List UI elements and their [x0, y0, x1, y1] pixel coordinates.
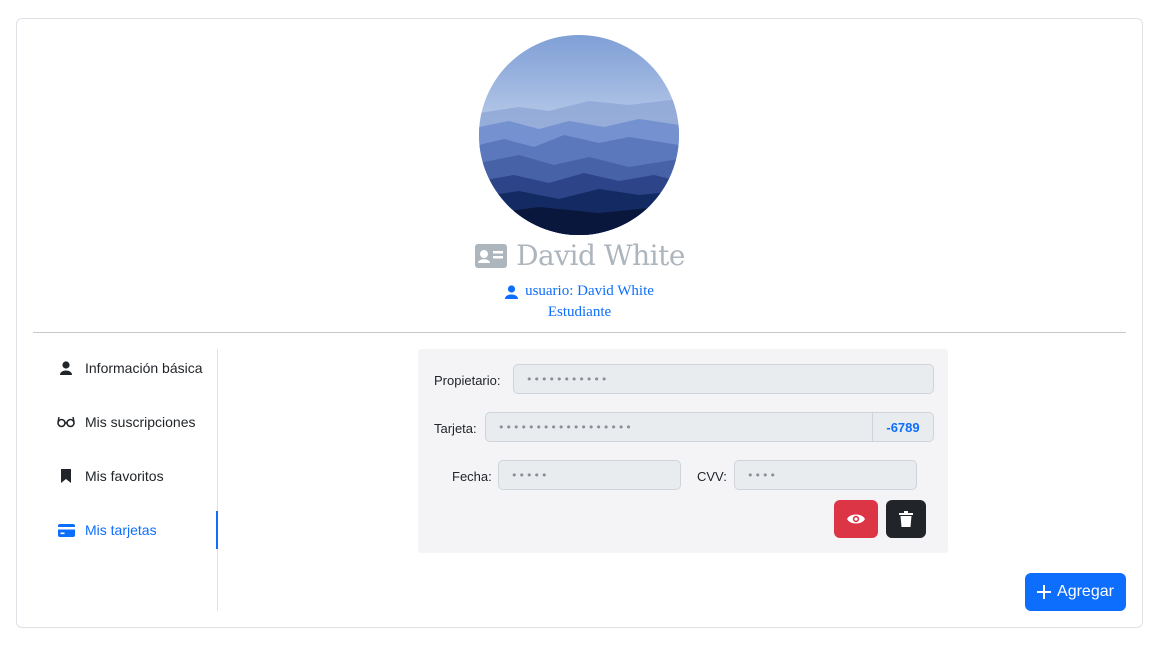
credit-card-icon: [55, 523, 77, 537]
sidebar-item-mis-favoritos[interactable]: Mis favoritos: [33, 457, 217, 495]
owner-field[interactable]: •••••••••••: [513, 364, 934, 394]
sidebar-item-label: Mis favoritos: [85, 468, 164, 484]
profile-name: David White: [516, 239, 685, 272]
add-card-button[interactable]: Agregar: [1025, 573, 1126, 611]
id-card-icon: [474, 243, 508, 269]
sidebar-nav: Información básica Mis suscripciones Mis…: [33, 349, 218, 611]
cvv-label: CVV:: [697, 469, 727, 484]
trash-icon: [899, 511, 913, 527]
card-last-digits: -6789: [872, 412, 934, 442]
credit-card-form: Propietario: ••••••••••• Tarjeta: ••••••…: [418, 349, 948, 553]
profile-avatar: [479, 35, 679, 235]
user-role: Estudiante: [547, 304, 612, 320]
owner-label: Propietario:: [434, 373, 501, 388]
user-icon: [55, 361, 77, 375]
cvv-field[interactable]: ••••: [734, 460, 917, 490]
card-number-label: Tarjeta:: [434, 421, 477, 436]
sidebar-item-mis-tarjetas[interactable]: Mis tarjetas: [33, 511, 218, 549]
user-icon: [505, 284, 519, 299]
card-number-field[interactable]: ••••••••••••••••••: [485, 412, 874, 442]
sidebar-item-mis-suscripciones[interactable]: Mis suscripciones: [33, 403, 217, 441]
profile-name-row: David White: [17, 239, 1142, 272]
sidebar-item-label: Información básica: [85, 360, 203, 376]
show-card-button[interactable]: [834, 500, 878, 538]
plus-icon: [1037, 585, 1052, 599]
add-card-label: Agregar: [1057, 583, 1114, 600]
sidebar-item-informacion-basica[interactable]: Información básica: [33, 349, 217, 387]
delete-card-button[interactable]: [886, 500, 926, 538]
divider: [33, 332, 1126, 333]
username-text: usuario: David White: [525, 283, 654, 299]
date-label: Fecha:: [452, 469, 492, 484]
username-row: usuario: David White: [17, 283, 1142, 300]
glasses-icon: [55, 416, 77, 428]
eye-icon: [847, 513, 865, 525]
bookmark-icon: [55, 469, 77, 483]
sidebar-item-label: Mis tarjetas: [85, 522, 157, 538]
profile-card: David White usuario: David White Estudia…: [16, 18, 1143, 628]
sidebar-item-label: Mis suscripciones: [85, 414, 196, 430]
date-field[interactable]: •••••: [498, 460, 681, 490]
